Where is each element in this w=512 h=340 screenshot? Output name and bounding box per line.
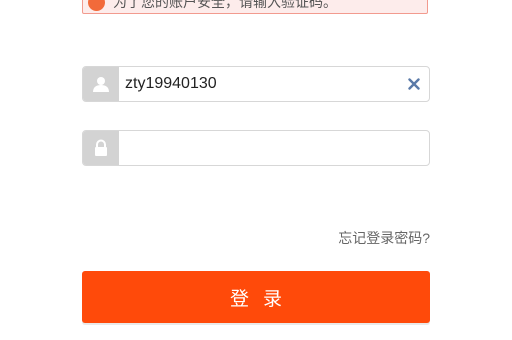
close-icon — [408, 78, 420, 90]
warning-icon — [88, 0, 105, 11]
clear-username-button[interactable] — [399, 67, 429, 101]
login-button[interactable]: 登录 — [82, 271, 430, 323]
login-page: 为了您的账户安全，请输入验证码。 忘记登录密码? 登录 — [0, 0, 512, 340]
security-notice-banner: 为了您的账户安全，请输入验证码。 — [82, 0, 428, 14]
forgot-password-link[interactable]: 忘记登录密码? — [338, 228, 430, 248]
notice-text: 为了您的账户安全，请输入验证码。 — [113, 0, 337, 10]
username-field — [82, 66, 430, 102]
password-field — [82, 130, 430, 166]
username-input[interactable] — [119, 67, 399, 101]
password-input[interactable] — [119, 131, 429, 165]
lock-icon — [83, 131, 119, 165]
user-icon — [83, 67, 119, 101]
